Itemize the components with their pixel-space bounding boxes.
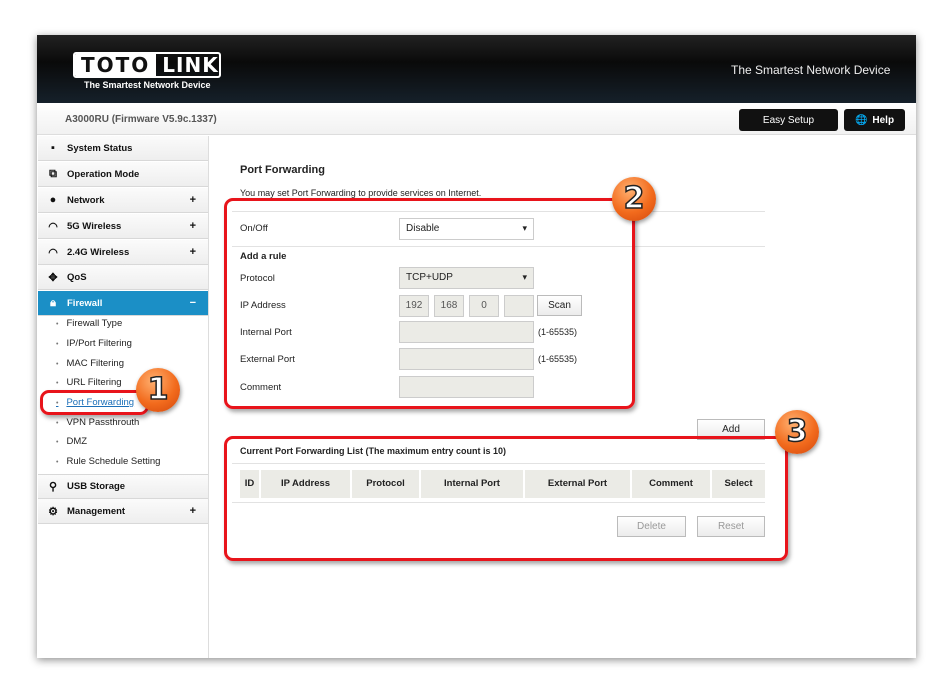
sub-url-filtering[interactable]: URL Filtering: [56, 377, 121, 388]
page-title: Port Forwarding: [240, 164, 325, 176]
header-tagline: The Smartest Network Device: [731, 63, 891, 77]
easy-setup-label: Easy Setup: [762, 114, 815, 126]
label: Operation Mode: [67, 168, 140, 180]
wifi-icon: ◠: [48, 246, 58, 259]
logo-text-right: LINK: [162, 53, 219, 77]
label: 5G Wireless: [67, 220, 122, 232]
sidebar-item-management[interactable]: ⚙ Management +: [38, 499, 208, 524]
sidebar-item-usb-storage[interactable]: ⚲ USB Storage: [38, 474, 208, 499]
sidebar-item-system-status[interactable]: ▪ System Status: [38, 136, 208, 161]
annotation-highlight-1: [40, 390, 149, 415]
label: Management: [67, 505, 126, 517]
expand-icon: +: [189, 505, 196, 517]
gear-icon: ⚙: [48, 505, 58, 518]
chat-icon: ▪: [51, 142, 55, 154]
sub-ip-port-filtering[interactable]: IP/Port Filtering: [56, 338, 131, 349]
sub-firewall-type[interactable]: Firewall Type: [56, 318, 122, 329]
logo-text-left: TOTO: [75, 54, 157, 76]
easy-setup-button[interactable]: Easy Setup: [739, 109, 838, 131]
help-button[interactable]: 🌐 Help: [844, 109, 905, 131]
sidebar-item-network[interactable]: ● Network +: [38, 188, 208, 213]
annotation-badge-3: 3: [775, 410, 819, 454]
sub-mac-filtering[interactable]: MAC Filtering: [56, 358, 124, 369]
sidebar-item-24g-wireless[interactable]: ◠ 2.4G Wireless +: [38, 240, 208, 265]
annotation-highlight-2: [224, 198, 635, 409]
label: 2.4G Wireless: [67, 246, 130, 258]
label: QoS: [67, 271, 87, 283]
logo-tagline: The Smartest Network Device: [84, 80, 211, 90]
sidebar-item-qos[interactable]: ✥ QoS: [38, 265, 208, 290]
sidebar-item-firewall[interactable]: 🔒︎ Firewall −: [38, 291, 208, 316]
label: Network: [67, 194, 105, 206]
label: USB Storage: [67, 481, 126, 492]
windows-icon: ⧉: [49, 167, 57, 180]
expand-icon: +: [189, 246, 196, 258]
sub-dmz[interactable]: DMZ: [56, 436, 87, 447]
expand-icon: +: [189, 220, 196, 232]
sidebar-item-5g-wireless[interactable]: ◠ 5G Wireless +: [38, 214, 208, 239]
totolink-logo: TOTO LINK: [73, 52, 221, 78]
sidebar-item-operation-mode[interactable]: ⧉ Operation Mode: [38, 162, 208, 187]
expand-icon: +: [189, 194, 196, 206]
usb-icon: ⚲: [48, 481, 58, 493]
annotation-highlight-3: [224, 436, 788, 561]
annotation-badge-1: 1: [136, 368, 180, 412]
globe-icon: ●: [49, 194, 57, 206]
page-description: You may set Port Forwarding to provide s…: [240, 188, 482, 198]
wifi-icon: ◠: [48, 220, 58, 233]
lock-icon: 🔒︎: [50, 296, 56, 309]
label: System Status: [67, 142, 133, 154]
label: Firewall: [67, 297, 103, 309]
arrows-icon: ✥: [48, 271, 58, 284]
sub-rule-schedule[interactable]: Rule Schedule Setting: [56, 456, 160, 467]
annotation-badge-2: 2: [612, 177, 656, 221]
collapse-icon: −: [189, 297, 196, 309]
firmware-label: A3000RU (Firmware V5.9c.1337): [65, 114, 217, 125]
help-label: Help: [872, 114, 895, 126]
sub-vpn-passthrough[interactable]: VPN Passthrouth: [56, 417, 139, 428]
help-globe-icon: 🌐: [854, 114, 868, 126]
